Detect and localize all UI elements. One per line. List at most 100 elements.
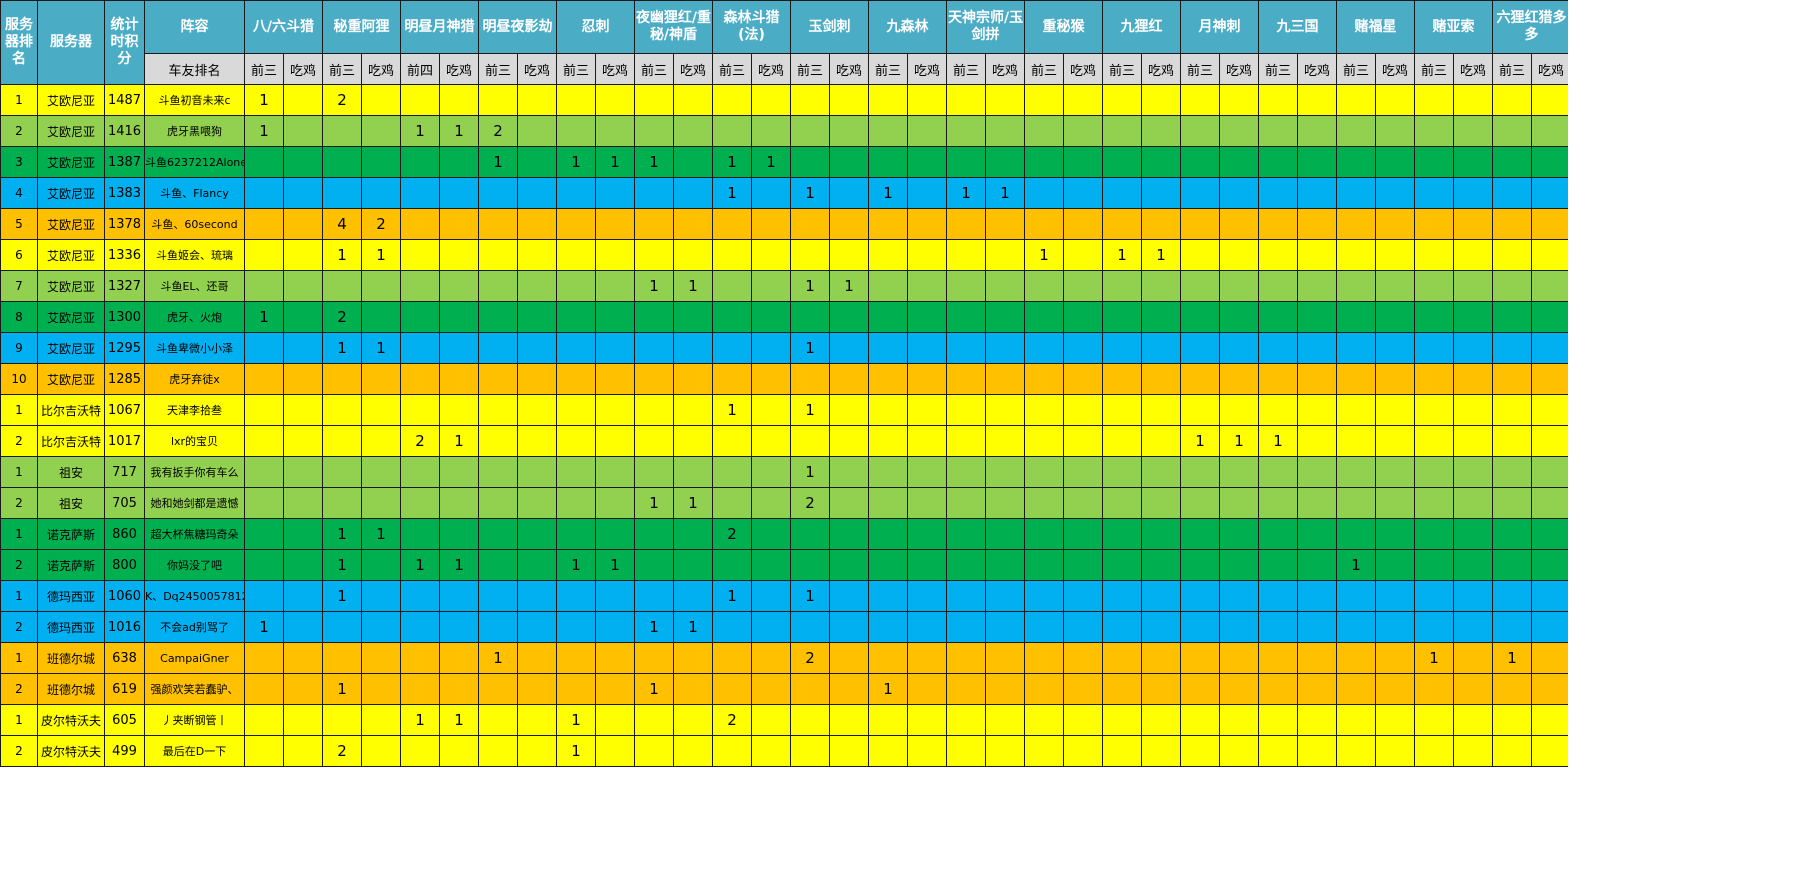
win-count-cell: 1: [439, 704, 479, 736]
top3-count-cell: [1102, 704, 1143, 736]
rank-cell: 2: [0, 673, 38, 705]
win-count-cell: [1219, 673, 1260, 705]
top3-count-cell: 1: [244, 84, 284, 116]
win-count-cell: [1297, 301, 1338, 333]
top3-count-cell: [556, 177, 596, 209]
win-count-cell: [829, 115, 870, 147]
win-count-cell: [829, 177, 870, 209]
win-count-cell: [1453, 704, 1494, 736]
win-count-cell: [672, 301, 714, 333]
subheader-top3: 前三: [478, 53, 518, 85]
top3-count-cell: [556, 208, 596, 240]
top3-count-cell: [478, 673, 518, 705]
win-count-cell: [1375, 549, 1416, 581]
top3-count-cell: [1492, 394, 1533, 426]
top3-count-cell: [712, 363, 753, 395]
win-count-cell: [1219, 580, 1260, 612]
win-count-cell: [1375, 115, 1416, 147]
top3-count-cell: [1336, 270, 1377, 302]
top3-count-cell: [712, 270, 753, 302]
win-count-cell: [1141, 394, 1182, 426]
header-lineup: 赌福星: [1336, 0, 1416, 54]
server-cell: 艾欧尼亚: [37, 301, 105, 333]
top3-count-cell: 1: [634, 487, 674, 519]
top3-count-cell: [1180, 673, 1221, 705]
points-cell: 717: [104, 456, 145, 488]
win-count-cell: [439, 611, 479, 643]
win-count-cell: [1141, 115, 1182, 147]
win-count-cell: [283, 487, 323, 519]
top3-count-cell: [400, 456, 440, 488]
win-count-cell: [1141, 301, 1182, 333]
subheader-win: 吃鸡: [829, 53, 870, 85]
team-cell: 天津李拾叁: [144, 394, 245, 426]
top3-count-cell: 1: [244, 115, 284, 147]
win-count-cell: [283, 549, 323, 581]
server-cell: 艾欧尼亚: [37, 239, 105, 271]
win-count-cell: [1141, 673, 1182, 705]
top3-count-cell: [244, 456, 284, 488]
top3-count-cell: [1102, 487, 1143, 519]
top3-count-cell: [1414, 84, 1455, 116]
header-lineup: 九三国: [1258, 0, 1338, 54]
top3-count-cell: [1180, 642, 1221, 674]
top3-count-cell: [634, 208, 674, 240]
top3-count-cell: [322, 115, 362, 147]
win-count-cell: [1375, 208, 1416, 240]
win-count-cell: [1297, 704, 1338, 736]
win-count-cell: [517, 115, 557, 147]
win-count-cell: [907, 580, 948, 612]
win-count-cell: [985, 208, 1026, 240]
win-count-cell: [907, 456, 948, 488]
top3-count-cell: [790, 115, 831, 147]
win-count-cell: [439, 642, 479, 674]
win-count-cell: [1063, 611, 1104, 643]
top3-count-cell: [946, 456, 987, 488]
win-count-cell: 1: [672, 487, 714, 519]
top3-count-cell: [1492, 487, 1533, 519]
header-lineup: 重秘猴: [1024, 0, 1104, 54]
win-count-cell: [361, 704, 401, 736]
win-count-cell: [595, 270, 635, 302]
subheader-top3: 前三: [946, 53, 987, 85]
win-count-cell: [1297, 363, 1338, 395]
win-count-cell: [1297, 270, 1338, 302]
top3-count-cell: [1336, 735, 1377, 767]
win-count-cell: [1453, 518, 1494, 550]
header-lineup: 月神刺: [1180, 0, 1260, 54]
win-count-cell: [907, 704, 948, 736]
win-count-cell: [751, 239, 792, 271]
server-cell: 艾欧尼亚: [37, 332, 105, 364]
top3-count-cell: [790, 518, 831, 550]
win-count-cell: [985, 239, 1026, 271]
team-cell: 她和她剑都是遗憾: [144, 487, 245, 519]
win-count-cell: [517, 704, 557, 736]
top3-count-cell: 1: [790, 394, 831, 426]
top3-count-cell: 2: [712, 704, 753, 736]
top3-count-cell: [868, 735, 909, 767]
top3-count-cell: [556, 673, 596, 705]
win-count-cell: [1063, 394, 1104, 426]
win-count-cell: [595, 673, 635, 705]
win-count-cell: [283, 301, 323, 333]
team-cell: 不会ad别骂了: [144, 611, 245, 643]
subheader-top3: 前三: [1492, 53, 1533, 85]
win-count-cell: [829, 208, 870, 240]
top3-count-cell: 1: [790, 270, 831, 302]
top3-count-cell: [712, 301, 753, 333]
top3-count-cell: [322, 487, 362, 519]
win-count-cell: [1453, 580, 1494, 612]
top3-count-cell: [712, 735, 753, 767]
top3-count-cell: [556, 425, 596, 457]
points-cell: 605: [104, 704, 145, 736]
win-count-cell: [1219, 363, 1260, 395]
top3-count-cell: [244, 704, 284, 736]
header-lineup: 八/六斗猎: [244, 0, 323, 54]
rank-cell: 1: [0, 456, 38, 488]
top3-count-cell: [1102, 425, 1143, 457]
win-count-cell: [1063, 239, 1104, 271]
top3-count-cell: [322, 394, 362, 426]
win-count-cell: [985, 270, 1026, 302]
top3-count-cell: [1180, 208, 1221, 240]
rank-cell: 2: [0, 735, 38, 767]
